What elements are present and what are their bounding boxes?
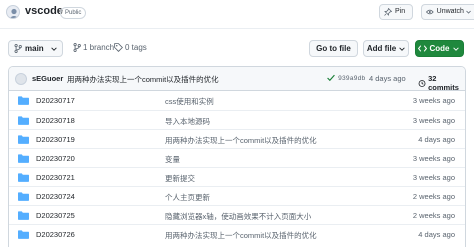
git-branch-icon (73, 43, 81, 52)
folder-commit-message[interactable]: css使用和实例 (165, 96, 214, 107)
header-divider (0, 28, 474, 29)
repo-header: vscode Public Pin Unwatch (0, 0, 474, 28)
git-branch-icon (14, 44, 22, 53)
file-row[interactable]: D20230725 隐藏浏览器x轴，使动画效果不计入页面大小 2 weeks a… (9, 205, 465, 224)
chevron-down-icon (452, 46, 459, 51)
folder-commit-time: 3 weeks ago (412, 173, 455, 182)
owner-avatar[interactable] (6, 5, 20, 19)
latest-commit-bar: sEGuoer 用两种办法实现上一个commit以及插件的优化 939a9db … (9, 67, 465, 92)
folder-commit-message[interactable]: 更新提交 (165, 173, 195, 184)
file-row[interactable]: D20230721 更新提交 3 weeks ago (9, 167, 465, 186)
pin-label: Pin (395, 8, 406, 15)
folder-icon (18, 116, 29, 125)
folder-commit-message[interactable]: 变量 (165, 154, 180, 165)
tag-icon (114, 43, 123, 52)
folder-name[interactable]: D20230725 (36, 211, 75, 220)
commit-hash[interactable]: 939a9db (338, 75, 365, 82)
folder-icon (18, 230, 29, 239)
folder-icon (18, 192, 29, 201)
file-row[interactable]: D20230718 导入本地源码 3 weeks ago (9, 110, 465, 129)
folder-commit-time: 2 weeks ago (412, 192, 455, 201)
history-icon (418, 79, 426, 87)
eye-icon (426, 9, 434, 15)
folder-commit-time: 3 weeks ago (412, 116, 455, 125)
folder-name[interactable]: D20230718 (36, 116, 75, 125)
commit-message[interactable]: 用两种办法实现上一个commit以及插件的优化 (67, 74, 219, 85)
folder-icon (18, 96, 29, 105)
folder-commit-message[interactable]: 导入本地源码 (165, 116, 210, 127)
avatar-image (9, 8, 19, 18)
watch-label: Unwatch (436, 8, 464, 15)
file-row[interactable]: D20230717 css使用和实例 3 weeks ago (9, 91, 465, 110)
check-icon[interactable] (327, 74, 335, 82)
folder-icon (18, 135, 29, 144)
folder-name[interactable]: D20230721 (36, 173, 75, 182)
chevron-down-icon (399, 46, 405, 51)
folder-name[interactable]: D20230719 (36, 135, 75, 144)
watch-button[interactable]: Unwatch (421, 4, 474, 20)
file-browser: sEGuoer 用两种办法实现上一个commit以及插件的优化 939a9db … (8, 66, 466, 247)
repo-toolbar: main 1 branch 0 tags Go to file Add file (0, 38, 474, 58)
pin-button[interactable]: Pin (379, 4, 413, 20)
commits-link[interactable]: 32 commits (418, 74, 465, 92)
tags-link[interactable]: 0 tags (114, 43, 147, 52)
repo-name[interactable]: vscode (25, 5, 63, 17)
file-list: D20230717 css使用和实例 3 weeks ago D20230718… (9, 91, 465, 243)
file-row[interactable]: D20230726 用两种办法实现上一个commit以及插件的优化 4 days… (9, 224, 465, 243)
folder-name[interactable]: D20230724 (36, 192, 75, 201)
folder-commit-message[interactable]: 用两种办法实现上一个commit以及插件的优化 (165, 135, 317, 146)
folder-name[interactable]: D20230720 (36, 154, 75, 163)
folder-commit-time: 4 days ago (418, 230, 455, 239)
commits-count: 32 commits (428, 74, 459, 92)
add-file-button[interactable]: Add file (363, 40, 409, 57)
chevron-down-icon (51, 46, 57, 51)
pin-icon (384, 8, 392, 16)
folder-commit-time: 3 weeks ago (412, 154, 455, 163)
add-file-label: Add file (366, 44, 397, 53)
code-label: Code (429, 44, 450, 53)
commit-author-avatar[interactable] (15, 73, 27, 85)
folder-commit-time: 3 weeks ago (412, 96, 455, 105)
commit-author[interactable]: sEGuoer (32, 74, 63, 83)
folder-name[interactable]: D20230726 (36, 230, 75, 239)
folder-commit-time: 4 days ago (418, 135, 455, 144)
folder-name[interactable]: D20230717 (36, 96, 75, 105)
file-row[interactable]: D20230724 个人主页更新 2 weeks ago (9, 186, 465, 205)
folder-commit-time: 2 weeks ago (412, 211, 455, 220)
file-row[interactable]: D20230719 用两种办法实现上一个commit以及插件的优化 4 days… (9, 129, 465, 148)
folder-icon (18, 154, 29, 163)
branch-selector[interactable]: main (8, 40, 63, 57)
code-icon (417, 45, 427, 52)
commit-time: 4 days ago (369, 74, 406, 83)
folder-commit-message[interactable]: 用两种办法实现上一个commit以及插件的优化 (165, 230, 317, 241)
folder-icon (18, 211, 29, 220)
go-to-file-button[interactable]: Go to file (309, 40, 358, 57)
tags-count: 0 tags (125, 43, 147, 52)
branch-name: main (25, 44, 44, 53)
visibility-badge: Public (60, 7, 87, 19)
branches-count: 1 branch (83, 43, 115, 52)
folder-icon (18, 173, 29, 182)
folder-commit-message[interactable]: 隐藏浏览器x轴，使动画效果不计入页面大小 (165, 211, 311, 222)
chevron-down-icon (466, 10, 471, 14)
code-button[interactable]: Code (415, 40, 464, 57)
folder-commit-message[interactable]: 个人主页更新 (165, 192, 210, 203)
branches-link[interactable]: 1 branch (73, 43, 114, 52)
file-row[interactable]: D20230720 变量 3 weeks ago (9, 148, 465, 167)
